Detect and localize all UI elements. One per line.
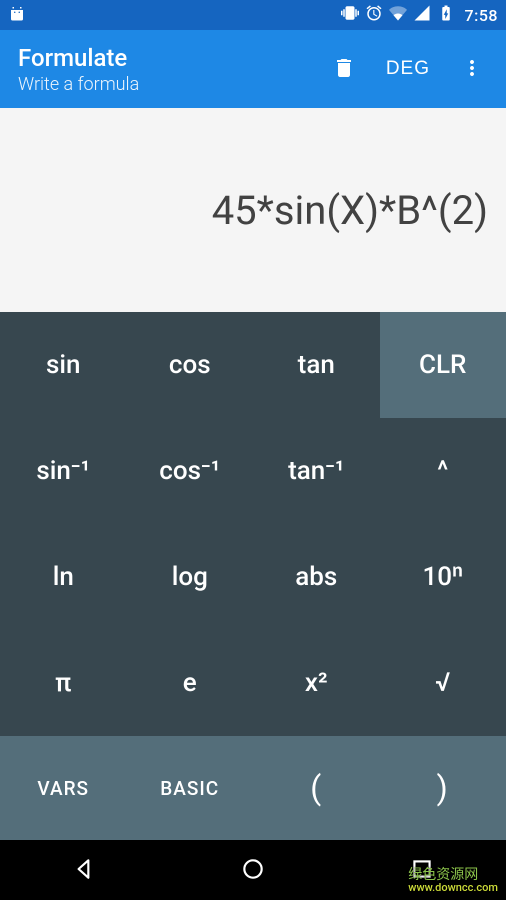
key-rparen[interactable]: )	[380, 736, 506, 840]
signal-icon	[413, 4, 431, 26]
key-log[interactable]: log	[127, 524, 254, 630]
delete-button[interactable]	[320, 45, 368, 93]
nav-recents-button[interactable]	[392, 846, 452, 894]
nav-back-button[interactable]	[54, 846, 114, 894]
back-icon	[71, 856, 97, 885]
status-bar: 7:58	[0, 0, 506, 30]
more-vert-icon	[460, 56, 484, 83]
debug-icon	[8, 4, 26, 26]
vibrate-icon	[341, 4, 359, 26]
key-ten-power[interactable]: 10ⁿ	[380, 524, 506, 630]
key-sin[interactable]: sin	[0, 312, 127, 418]
key-sqrt[interactable]: √	[380, 630, 506, 736]
key-tan[interactable]: tan	[253, 312, 380, 418]
key-asin[interactable]: sin⁻¹	[0, 418, 127, 524]
key-ln[interactable]: ln	[0, 524, 127, 630]
key-abs[interactable]: abs	[253, 524, 380, 630]
status-time: 7:58	[465, 6, 499, 25]
app-bar: Formulate Write a formula DEG	[0, 30, 506, 108]
wifi-icon	[389, 4, 407, 26]
app-title: Formulate	[18, 44, 320, 72]
key-e[interactable]: e	[127, 630, 254, 736]
overflow-menu-button[interactable]	[448, 45, 496, 93]
key-cos[interactable]: cos	[127, 312, 254, 418]
battery-charging-icon	[437, 4, 455, 26]
key-lparen[interactable]: (	[253, 736, 380, 840]
key-square[interactable]: x²	[253, 630, 380, 736]
alarm-icon	[365, 4, 383, 26]
basic-button[interactable]: BASIC	[127, 736, 254, 840]
vars-button[interactable]: VARS	[0, 736, 127, 840]
formula-display[interactable]: 45*sin(X)*B^(2)	[0, 108, 506, 312]
key-atan[interactable]: tan⁻¹	[253, 418, 380, 524]
key-acos[interactable]: cos⁻¹	[127, 418, 254, 524]
function-keypad: sin cos tan CLR sin⁻¹ cos⁻¹ tan⁻¹ ^ ln l…	[0, 312, 506, 736]
recents-icon	[409, 856, 435, 885]
angle-mode-button[interactable]: DEG	[372, 45, 444, 93]
key-clear[interactable]: CLR	[380, 312, 506, 418]
key-pi[interactable]: π	[0, 630, 127, 736]
key-power[interactable]: ^	[380, 418, 506, 524]
keypad-bottom-row: VARS BASIC ( )	[0, 736, 506, 840]
navigation-bar: 绿色资源网 www.downcc.com	[0, 840, 506, 900]
nav-home-button[interactable]	[223, 846, 283, 894]
app-subtitle: Write a formula	[18, 74, 320, 95]
home-icon	[240, 856, 266, 885]
trash-icon	[332, 56, 356, 83]
